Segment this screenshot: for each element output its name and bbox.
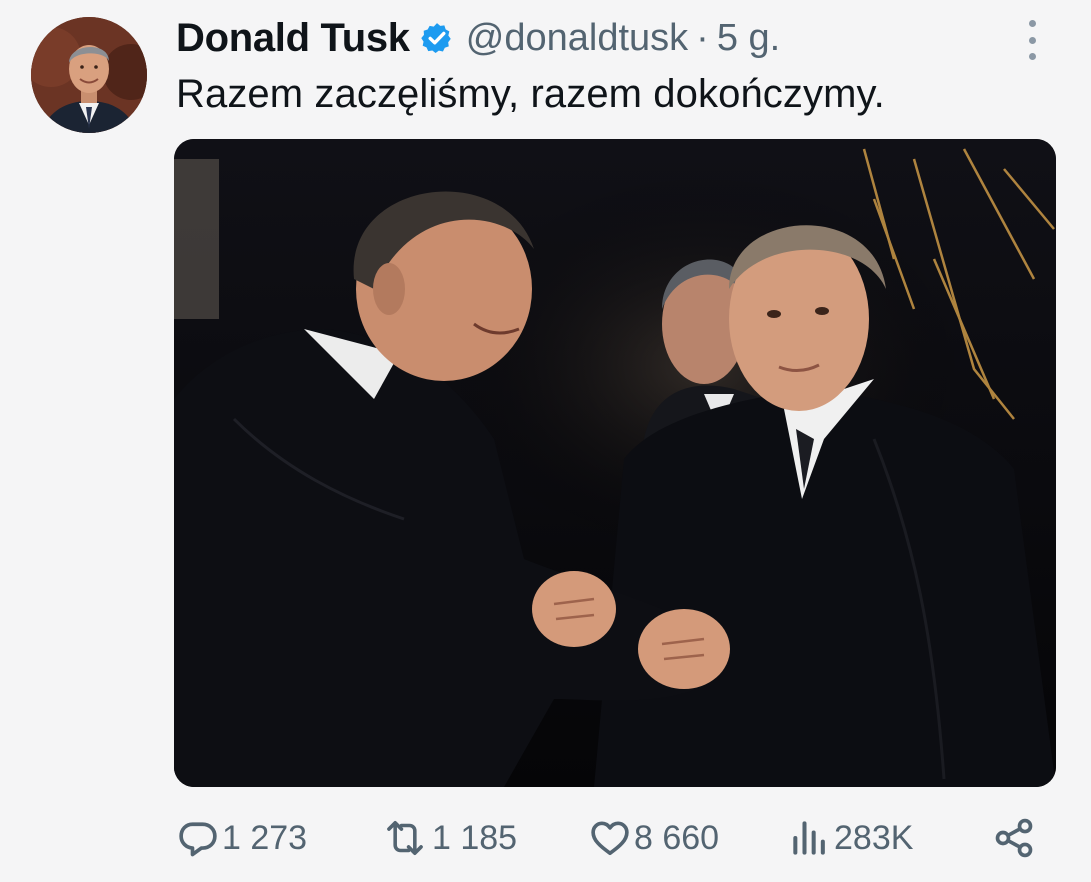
- views-button[interactable]: 283K: [788, 812, 913, 864]
- reply-icon: [179, 822, 217, 857]
- header-separator: ·: [696, 16, 709, 59]
- share-button[interactable]: [992, 812, 1036, 864]
- like-count: 8 660: [634, 818, 720, 857]
- reply-count: 1 273: [222, 818, 308, 857]
- views-count: 283K: [834, 818, 914, 857]
- heart-icon: [591, 821, 629, 856]
- tweet-media-photo[interactable]: [174, 139, 1056, 787]
- avatar-image: [31, 17, 147, 133]
- retweet-button[interactable]: 1 185: [380, 812, 517, 864]
- verified-badge-icon: [420, 21, 454, 55]
- avatar[interactable]: [31, 17, 147, 133]
- like-button[interactable]: 8 660: [588, 812, 719, 864]
- author-display-name[interactable]: Donald Tusk: [176, 16, 410, 61]
- views-icon: [793, 821, 825, 855]
- more-options-icon[interactable]: [1020, 20, 1044, 60]
- photo-illustration: [174, 139, 1056, 787]
- reply-button[interactable]: 1 273: [176, 812, 307, 864]
- tweet-timestamp[interactable]: 5 g.: [717, 17, 780, 60]
- share-icon: [995, 818, 1033, 858]
- author-handle[interactable]: @donaldtusk: [466, 17, 688, 60]
- retweet-count: 1 185: [432, 818, 518, 857]
- tweet-header: Donald Tusk @donaldtusk · 5 g.: [176, 14, 780, 62]
- tweet-text: Razem zaczęliśmy, razem dokończymy.: [176, 72, 885, 116]
- tweet-action-bar: 1 273 1 185 8 660 283K: [0, 812, 1091, 864]
- retweet-icon: [387, 821, 423, 855]
- tweet-card[interactable]: Donald Tusk @donaldtusk · 5 g. Razem zac…: [0, 0, 1091, 882]
